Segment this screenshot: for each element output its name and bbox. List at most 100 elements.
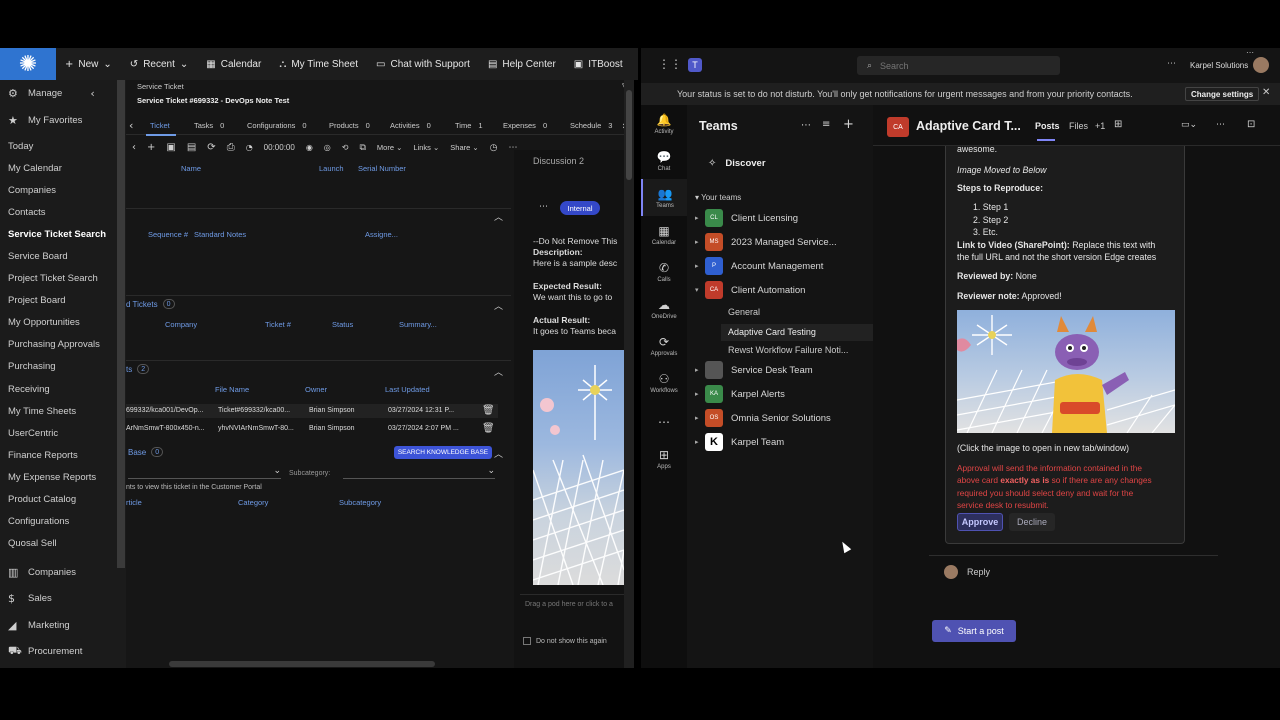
team-client-licensing[interactable]: ▸ CL Client Licensing: [695, 209, 798, 227]
search-input[interactable]: [880, 60, 1031, 71]
profile-avatar[interactable]: [1253, 57, 1269, 73]
sidebar-item-service-board[interactable]: Service Board: [0, 245, 126, 267]
org-name[interactable]: Karpel Solutions: [1190, 61, 1248, 70]
nav-my-time-sheet[interactable]: ⛬ My Time Sheet: [270, 59, 367, 70]
filter-icon[interactable]: ≡: [822, 119, 830, 130]
documents-title[interactable]: ts 2: [126, 364, 150, 374]
tab-time[interactable]: Time 1: [455, 121, 483, 130]
clock-icon[interactable]: ◷: [490, 143, 498, 153]
sidebar-section-sales[interactable]: $ Sales: [0, 585, 126, 612]
sidebar-scrollbar[interactable]: [117, 80, 125, 568]
caret-right-icon[interactable]: ▸: [695, 414, 705, 422]
back-icon[interactable]: ‹: [132, 142, 136, 153]
add-team-icon[interactable]: +: [843, 117, 854, 132]
discussion-image[interactable]: [533, 350, 624, 585]
sidebar-item-product-catalog[interactable]: Product Catalog: [0, 489, 126, 511]
collapse-notes-icon[interactable]: ︿: [494, 210, 503, 223]
meet-video-icon[interactable]: ▭⌄: [1181, 120, 1197, 130]
tab-tasks[interactable]: Tasks 0: [194, 121, 224, 130]
window-controls-icon[interactable]: ⋯: [1246, 48, 1254, 57]
sidebar-item-service-ticket-search[interactable]: Service Ticket Search: [0, 223, 126, 245]
tabs-scroll-left-icon[interactable]: ‹: [129, 119, 133, 132]
caret-right-icon[interactable]: ▸: [695, 214, 705, 222]
timer-play-icon[interactable]: ◉: [306, 143, 313, 152]
sidebar-item-receiving[interactable]: Receiving: [0, 378, 126, 400]
related-tickets-title[interactable]: d Tickets 0: [126, 299, 175, 309]
timer-reset-icon[interactable]: ⟲: [342, 143, 349, 152]
team-client-automation[interactable]: ▾ CA Client Automation: [695, 281, 805, 299]
team-2023-managed-service[interactable]: ▸ MS 2023 Managed Service...: [695, 233, 837, 251]
add-icon[interactable]: +: [147, 142, 155, 153]
card-image[interactable]: [957, 310, 1175, 433]
copy-icon[interactable]: ⧉: [359, 143, 365, 153]
sidebar-item-my-calendar[interactable]: My Calendar: [0, 157, 126, 179]
sidebar-section-procurement[interactable]: ⛟ Procurement: [0, 638, 126, 665]
rail-activity[interactable]: 🔔 Activity: [641, 105, 687, 142]
approve-button[interactable]: Approve: [957, 513, 1003, 531]
collapse-kb-icon[interactable]: ︿: [494, 447, 503, 460]
rail-calendar[interactable]: ▦ Calendar: [641, 216, 687, 253]
dont-show-again[interactable]: Do not show this again: [523, 637, 607, 645]
tab-expenses[interactable]: Expenses 0: [503, 121, 547, 130]
team-omnia-senior-solutions[interactable]: ▸ OS Omnia Senior Solutions: [695, 409, 831, 427]
sidebar-item-project-ticket-search[interactable]: Project Ticket Search: [0, 268, 126, 290]
search-knowledge-base-button[interactable]: SEARCH KNOWLEDGE BASE: [394, 446, 492, 459]
your-teams-header[interactable]: ▾ Your teams: [695, 193, 741, 202]
caret-right-icon[interactable]: ▸: [695, 238, 705, 246]
sidebar-item-quosal-sell[interactable]: Quosal Sell: [0, 533, 126, 555]
sidebar-item-today[interactable]: Today: [0, 135, 126, 157]
subcategory-select[interactable]: ⌄: [343, 466, 495, 479]
timer-stop-icon[interactable]: ◎: [324, 143, 331, 152]
save-icon[interactable]: ▣: [166, 142, 175, 153]
sidebar-item-purchasing-approvals[interactable]: Purchasing Approvals: [0, 334, 126, 356]
links-menu[interactable]: Links ⌄: [413, 143, 439, 152]
sidebar-item-contacts[interactable]: Contacts: [0, 201, 126, 223]
sidebar-item-configurations[interactable]: Configurations: [0, 511, 126, 533]
tab-activities[interactable]: Activities 0: [390, 121, 431, 130]
nav-new[interactable]: + New ⌄: [56, 59, 121, 70]
knowledge-base-title[interactable]: Base 0: [128, 447, 164, 457]
team-account-management[interactable]: ▸ P Account Management: [695, 257, 823, 275]
add-tab-icon[interactable]: ⊞: [1114, 119, 1122, 130]
reply-button[interactable]: Reply: [944, 565, 990, 579]
ellipsis-icon[interactable]: ⋯: [801, 120, 811, 131]
change-settings-button[interactable]: Change settings: [1185, 87, 1260, 101]
nav-help-center[interactable]: ▤ Help Center: [479, 59, 565, 70]
ellipsis-icon[interactable]: ⋯: [1167, 59, 1176, 69]
category-select[interactable]: ⌄: [128, 466, 281, 479]
rail-chat[interactable]: 💬 Chat: [641, 142, 687, 179]
delete-icon[interactable]: 🗑: [482, 423, 495, 434]
collapse-documents-icon[interactable]: ︿: [494, 365, 503, 378]
table-row[interactable]: 699332/kca001/DevOp... Ticket#699332/kca…: [126, 404, 498, 418]
share-menu[interactable]: Share ⌄: [450, 143, 478, 152]
sidebar-item-project-board[interactable]: Project Board: [0, 290, 126, 312]
channel-info-icon[interactable]: ⊡: [1247, 119, 1255, 130]
channel-rewst-workflow[interactable]: Rewst Workflow Failure Noti...: [728, 345, 848, 355]
decline-button[interactable]: Decline: [1009, 513, 1055, 531]
collapse-related-icon[interactable]: ︿: [494, 299, 503, 312]
table-row[interactable]: ArNmSmwT-800x450-n... yhvNVIArNmSmwT-80.…: [126, 422, 498, 436]
channel-general[interactable]: General: [728, 307, 760, 317]
tab-posts[interactable]: Posts: [1035, 121, 1060, 131]
sidebar-item-finance-reports[interactable]: Finance Reports: [0, 444, 126, 466]
sidebar-item-companies[interactable]: Companies: [0, 179, 126, 201]
rail-workflows[interactable]: ⚇ Workflows: [641, 364, 687, 401]
caret-right-icon[interactable]: ▸: [695, 262, 705, 270]
tab-schedule[interactable]: Schedule 3: [570, 121, 612, 130]
cw-vertical-scrollbar[interactable]: [624, 80, 634, 668]
ellipsis-icon[interactable]: ⋯: [1216, 120, 1225, 130]
tab-more-count[interactable]: +1: [1095, 121, 1105, 131]
team-karpel-team[interactable]: ▸ K Karpel Team: [695, 433, 784, 451]
refresh-icon[interactable]: ⟳: [207, 142, 215, 153]
start-post-button[interactable]: ✎ Start a post: [932, 620, 1016, 642]
sidebar-manage[interactable]: ⚙ Manage ‹: [0, 81, 126, 105]
caret-right-icon[interactable]: ▸: [695, 390, 705, 398]
team-service-desk-team[interactable]: ▸ Service Desk Team: [695, 361, 813, 379]
nav-calendar[interactable]: ▦ Calendar: [197, 59, 270, 70]
connectwise-logo-icon[interactable]: ✺: [0, 48, 56, 80]
nav-recent[interactable]: ↺ Recent ⌄: [121, 59, 197, 70]
save-close-icon[interactable]: ▤: [187, 142, 196, 153]
discover-link[interactable]: ✧ Discover: [708, 158, 766, 169]
sidebar-section-marketing[interactable]: ◢ Marketing: [0, 612, 126, 639]
team-karpel-alerts[interactable]: ▸ KA Karpel Alerts: [695, 385, 785, 403]
